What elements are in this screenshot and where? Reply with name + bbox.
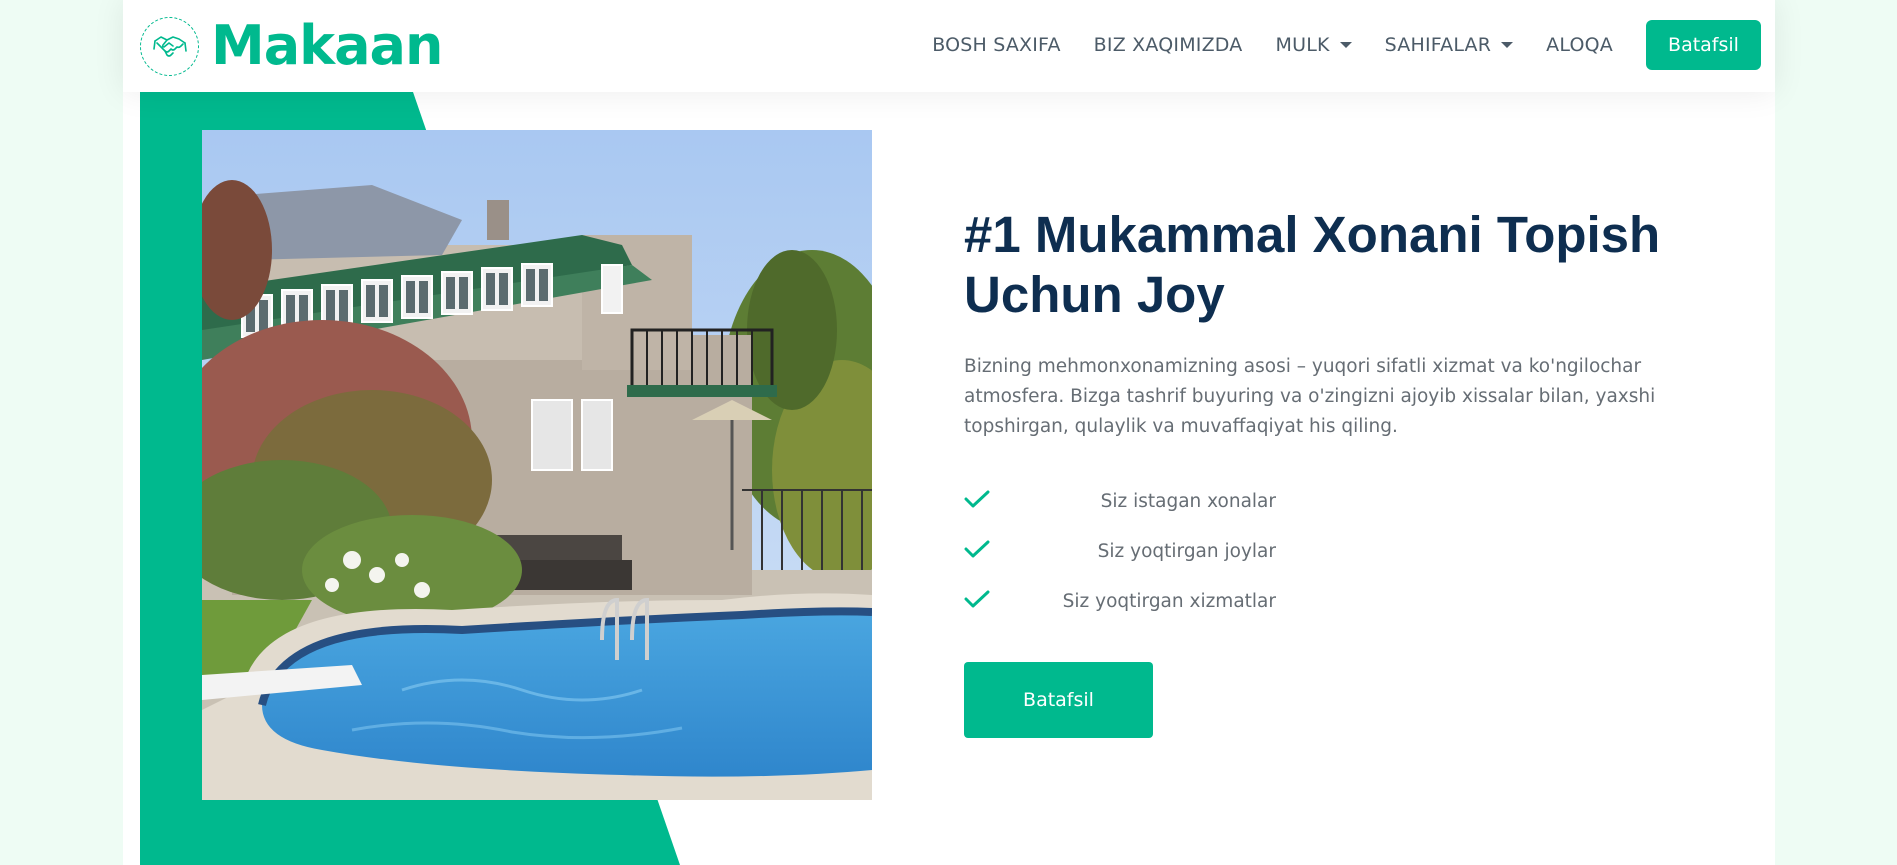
checklist-label: Siz yoqtirgan joylar	[1097, 540, 1276, 562]
caret-down-icon	[1501, 42, 1514, 48]
hero-batafsil-button[interactable]: Batafsil	[964, 662, 1153, 738]
feature-checklist: Siz istagan xonalar Siz yoqtirgan joylar…	[964, 476, 1276, 626]
checklist-item: Siz yoqtirgan joylar	[964, 526, 1276, 576]
nav-batafsil-button[interactable]: Batafsil	[1646, 20, 1761, 70]
checklist-label: Siz istagan xonalar	[1100, 490, 1276, 512]
nav-item-sahifalar-dropdown[interactable]: SAHIFALAR	[1385, 34, 1514, 56]
nav-item-mulk-dropdown[interactable]: MULK	[1276, 34, 1352, 56]
checklist-item: Siz istagan xonalar	[964, 476, 1276, 526]
nav-item-aloqa[interactable]: ALOQA	[1546, 34, 1613, 56]
nav-item-label: ALOQA	[1546, 34, 1613, 56]
hero-content: #1 Mukammal Xonani Topish Uchun Joy Bizn…	[964, 205, 1714, 738]
navbar: Makaan BOSH SAXIFA BIZ XAQIMIZDA MULK SA…	[123, 0, 1775, 92]
check-icon	[964, 539, 990, 563]
house-with-pool-image	[202, 130, 872, 800]
brand-link[interactable]: Makaan	[140, 14, 443, 77]
check-icon	[964, 589, 990, 613]
handshake-icon	[140, 16, 199, 76]
hero-title: #1 Mukammal Xonani Topish Uchun Joy	[964, 206, 1661, 323]
brand-name: Makaan	[211, 14, 443, 77]
caret-down-icon	[1339, 42, 1352, 48]
check-icon	[964, 489, 990, 513]
nav-menu: BOSH SAXIFA BIZ XAQIMIZDA MULK SAHIFALAR…	[932, 20, 1761, 70]
checklist-label: Siz yoqtirgan xizmatlar	[1062, 590, 1276, 612]
nav-item-label: SAHIFALAR	[1384, 34, 1492, 56]
nav-item-label: BIZ XAQIMIZDA	[1093, 34, 1243, 56]
nav-item-bosh-saxifa[interactable]: BOSH SAXIFA	[932, 34, 1060, 56]
nav-item-label: MULK	[1275, 34, 1330, 56]
checklist-item: Siz yoqtirgan xizmatlar	[964, 576, 1276, 626]
nav-item-label: BOSH SAXIFA	[932, 34, 1061, 56]
hero-description: Bizning mehmonxonamizning asosi – yuqori…	[964, 356, 1656, 437]
nav-item-biz-xaqimizda[interactable]: BIZ XAQIMIZDA	[1094, 34, 1243, 56]
